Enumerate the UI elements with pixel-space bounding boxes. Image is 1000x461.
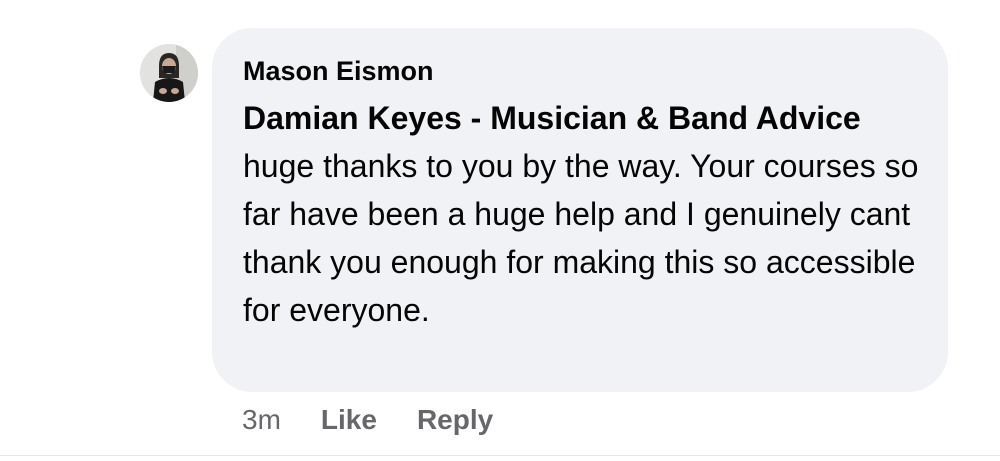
comment: Mason Eismon Damian Keyes - Musician & B… (0, 0, 1000, 461)
comment-text: Damian Keyes - Musician & Band Advice hu… (243, 94, 923, 334)
comment-author[interactable]: Mason Eismon (243, 55, 918, 87)
comment-body: huge thanks to you by the way. Your cour… (243, 148, 919, 328)
like-button[interactable]: Like (321, 404, 377, 436)
mentioned-page-tag[interactable]: Damian Keyes - Musician & Band Advice (243, 100, 861, 136)
reply-button[interactable]: Reply (417, 404, 493, 436)
avatar[interactable] (140, 44, 198, 102)
comment-actions: 3m Like Reply (242, 400, 493, 440)
comment-timestamp[interactable]: 3m (242, 404, 281, 436)
user-avatar-icon (140, 44, 198, 102)
divider (0, 455, 1000, 456)
comment-bubble: Mason Eismon Damian Keyes - Musician & B… (212, 28, 948, 392)
